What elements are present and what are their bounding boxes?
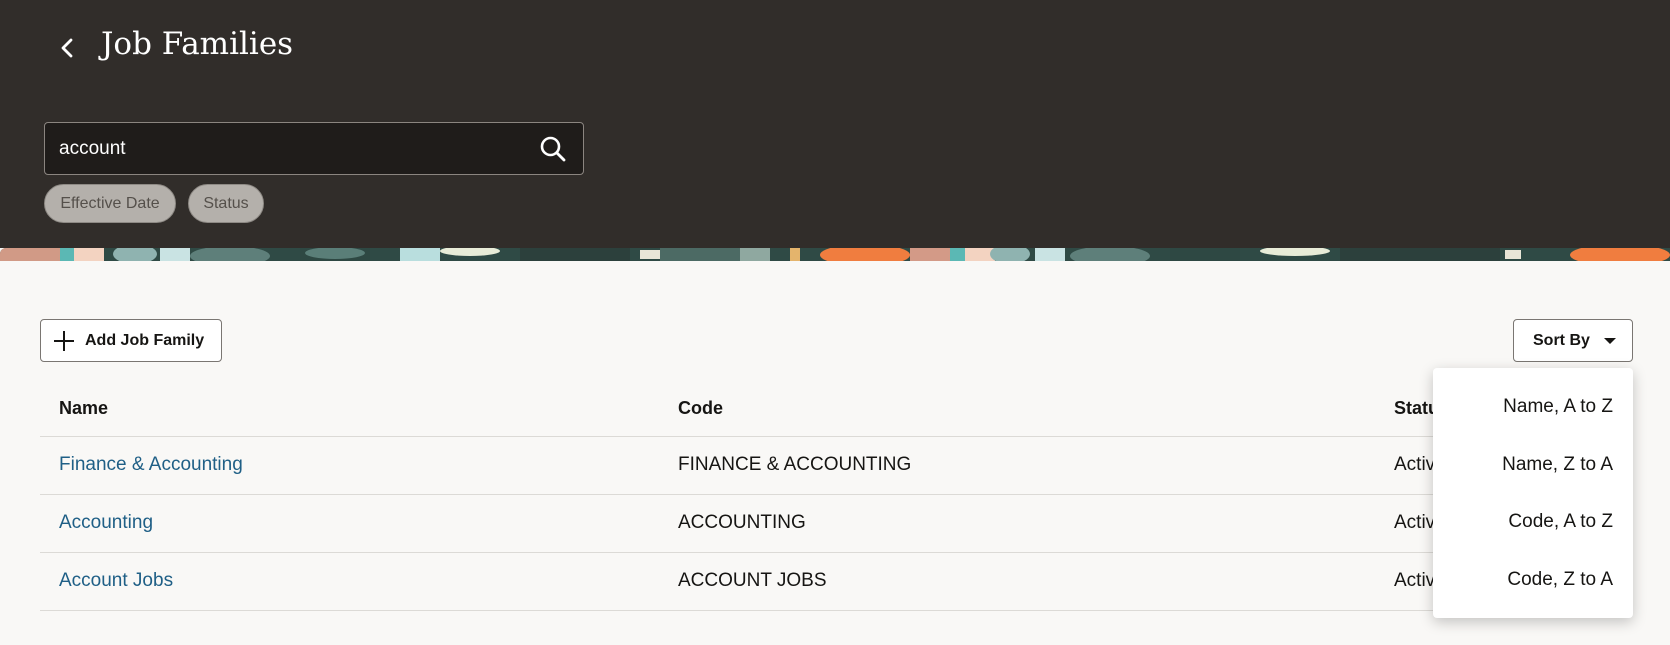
sort-option-code-desc[interactable]: Code, Z to A bbox=[1507, 569, 1613, 591]
search-input[interactable] bbox=[59, 123, 519, 174]
job-family-code: FINANCE & ACCOUNTING bbox=[678, 454, 912, 475]
main-content: Add Job Family Sort By Name Code Status … bbox=[0, 261, 1670, 645]
back-button[interactable] bbox=[52, 30, 82, 66]
sort-by-button[interactable]: Sort By bbox=[1513, 319, 1633, 362]
plus-icon bbox=[54, 330, 74, 351]
decorative-banner bbox=[0, 248, 1670, 261]
sort-by-label: Sort By bbox=[1533, 331, 1590, 349]
add-job-family-button[interactable]: Add Job Family bbox=[40, 319, 222, 362]
column-header-name[interactable]: Name bbox=[59, 398, 108, 419]
search-icon[interactable] bbox=[539, 135, 567, 163]
chevron-left-icon bbox=[61, 38, 73, 58]
job-families-table: Name Code Status Finance & Accounting FI… bbox=[40, 386, 1600, 611]
filter-chip-status[interactable]: Status bbox=[188, 184, 264, 223]
sort-by-menu: Name, A to Z Name, Z to A Code, A to Z C… bbox=[1433, 368, 1633, 618]
job-family-name-link[interactable]: Finance & Accounting bbox=[59, 454, 243, 476]
table-header: Name Code Status bbox=[40, 386, 1600, 437]
sort-option-code-asc[interactable]: Code, A to Z bbox=[1508, 511, 1613, 533]
job-family-name-link[interactable]: Account Jobs bbox=[59, 570, 173, 592]
filter-chip-effective-date[interactable]: Effective Date bbox=[44, 184, 176, 223]
caret-down-icon bbox=[1603, 337, 1616, 344]
column-header-code[interactable]: Code bbox=[678, 398, 723, 419]
job-family-code: ACCOUNTING bbox=[678, 512, 806, 533]
add-job-family-label: Add Job Family bbox=[85, 331, 205, 349]
table-row[interactable]: Account Jobs ACCOUNT JOBS Active bbox=[40, 553, 1600, 611]
sort-option-name-asc[interactable]: Name, A to Z bbox=[1503, 396, 1613, 418]
table-row[interactable]: Finance & Accounting FINANCE & ACCOUNTIN… bbox=[40, 437, 1600, 495]
table-row[interactable]: Accounting ACCOUNTING Active bbox=[40, 495, 1600, 553]
search-box[interactable] bbox=[44, 122, 584, 175]
job-family-code: ACCOUNT JOBS bbox=[678, 570, 827, 591]
job-family-name-link[interactable]: Accounting bbox=[59, 512, 153, 534]
page-title: Job Families bbox=[101, 26, 294, 62]
sort-option-name-desc[interactable]: Name, Z to A bbox=[1502, 454, 1613, 476]
page-header: Job Families Effective Date Status bbox=[0, 0, 1670, 248]
